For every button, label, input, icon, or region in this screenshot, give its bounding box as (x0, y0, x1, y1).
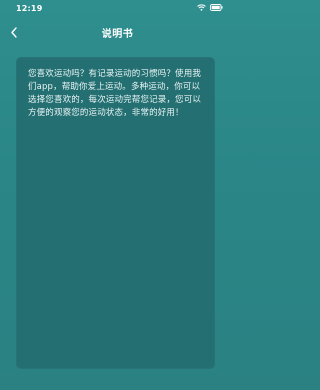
navigation-bar: 说明书 (0, 18, 235, 46)
status-icons (197, 4, 223, 13)
status-bar: 12:19 (0, 0, 235, 16)
instructions-text: 您喜欢运动吗？有记录运动的习惯吗？使用我们app，帮助你爱上运动。多种运动，你可… (28, 69, 202, 118)
wifi-icon (197, 4, 206, 13)
status-time: 12:19 (16, 4, 43, 13)
page-title: 说明书 (101, 29, 134, 40)
battery-icon (210, 4, 223, 13)
instructions-card: 您喜欢运动吗？有记录运动的习惯吗？使用我们app，帮助你爱上运动。多种运动，你可… (16, 57, 215, 369)
